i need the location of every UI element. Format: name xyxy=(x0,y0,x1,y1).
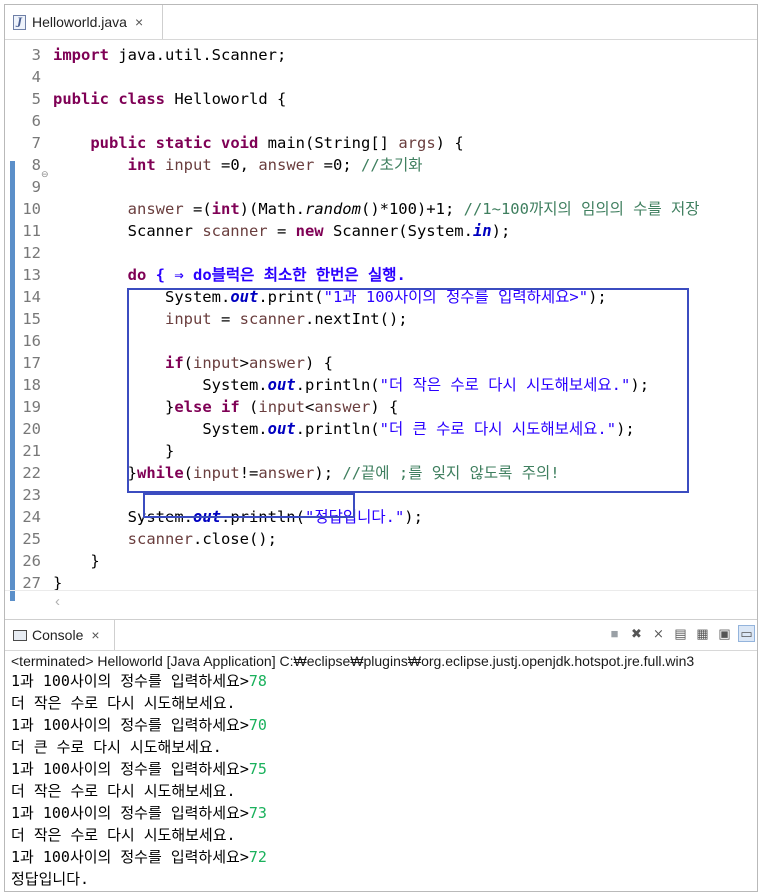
console-toolbar: ■ ✖ ⨯ ▤ ▦ ▣ ▭ xyxy=(606,625,755,642)
code-line: 6 xyxy=(31,112,41,130)
terminate-icon[interactable]: ■ xyxy=(606,625,623,642)
console-line: 1과 100사이의 정수를 입력하세요>73 xyxy=(11,804,267,822)
console-line: 1과 100사이의 정수를 입력하세요>72 xyxy=(11,848,267,866)
console-tab-bar: Console × ■ ✖ ⨯ ▤ ▦ ▣ ▭ xyxy=(5,619,757,651)
code-line: 9 xyxy=(31,178,41,196)
console-line: 더 작은 수로 다시 시도해보세요. xyxy=(11,826,236,844)
code-line: 4 xyxy=(31,68,41,86)
pin-console-icon[interactable]: ▭ xyxy=(738,625,755,642)
console-line: 1과 100사이의 정수를 입력하세요>70 xyxy=(11,716,267,734)
java-file-icon: J xyxy=(13,14,26,30)
console-icon xyxy=(13,629,27,641)
code-line: 7 public static void main(String[] args)… xyxy=(31,134,464,152)
horizontal-scrollbar[interactable]: ‹ xyxy=(5,590,757,615)
code-line: 26 } xyxy=(22,552,100,570)
console-tab-label: Console xyxy=(32,627,84,643)
scroll-lock-icon[interactable]: ▤ xyxy=(672,625,689,642)
eclipse-window: J Helloworld.java × ⊖ 3 import java.util.… xyxy=(4,4,758,892)
code-line: 10 answer =(int)(Math.random()*100)+1; /… xyxy=(22,200,700,218)
editor-tab-bar: J Helloworld.java × xyxy=(5,5,757,40)
console-status: <terminated> Helloworld [Java Applicatio… xyxy=(11,653,695,669)
console-line: 1과 100사이의 정수를 입력하세요>78 xyxy=(11,672,267,690)
remove-launch-icon[interactable]: ✖ xyxy=(628,625,645,642)
tab-console[interactable]: Console × xyxy=(5,620,115,650)
console-line: 정답입니다. xyxy=(11,870,90,888)
word-wrap-icon[interactable]: ▦ xyxy=(694,625,711,642)
code-line: 8 int input =0, answer =0; //초기화 xyxy=(31,156,423,174)
editor-tab-label: Helloworld.java xyxy=(32,14,127,30)
code-line: 25 scanner.close(); xyxy=(22,530,277,548)
while-highlight-box xyxy=(143,493,355,518)
console-line: 더 작은 수로 다시 시도해보세요. xyxy=(11,694,236,712)
editor-tab-helloworld[interactable]: J Helloworld.java × xyxy=(5,5,163,39)
remove-all-icon[interactable]: ⨯ xyxy=(650,625,667,642)
do-block-highlight-box xyxy=(127,288,689,493)
code-line: 12 xyxy=(22,244,41,262)
close-icon[interactable]: × xyxy=(135,14,143,30)
scroll-left-icon[interactable]: ‹ xyxy=(55,593,60,610)
console-line: 더 큰 수로 다시 시도해보세요. xyxy=(11,738,222,756)
console-line: 더 작은 수로 다시 시도해보세요. xyxy=(11,782,236,800)
code-line: 13 do { ⇒ do블럭은 최소한 한번은 실행. xyxy=(22,266,406,284)
console-line: 1과 100사이의 정수를 입력하세요>75 xyxy=(11,760,267,778)
code-line: 5 public class Helloworld { xyxy=(31,90,287,108)
code-line: 24 System.out.println("정답입니다."); xyxy=(22,508,423,526)
show-when-output-icon[interactable]: ▣ xyxy=(716,625,733,642)
code-line: 3 import java.util.Scanner; xyxy=(31,46,287,64)
code-editor[interactable]: ⊖ 3 import java.util.Scanner; 4 5 public c… xyxy=(5,40,757,601)
close-icon[interactable]: × xyxy=(91,627,99,643)
code-line: 11 Scanner scanner = new Scanner(System.… xyxy=(22,222,511,240)
